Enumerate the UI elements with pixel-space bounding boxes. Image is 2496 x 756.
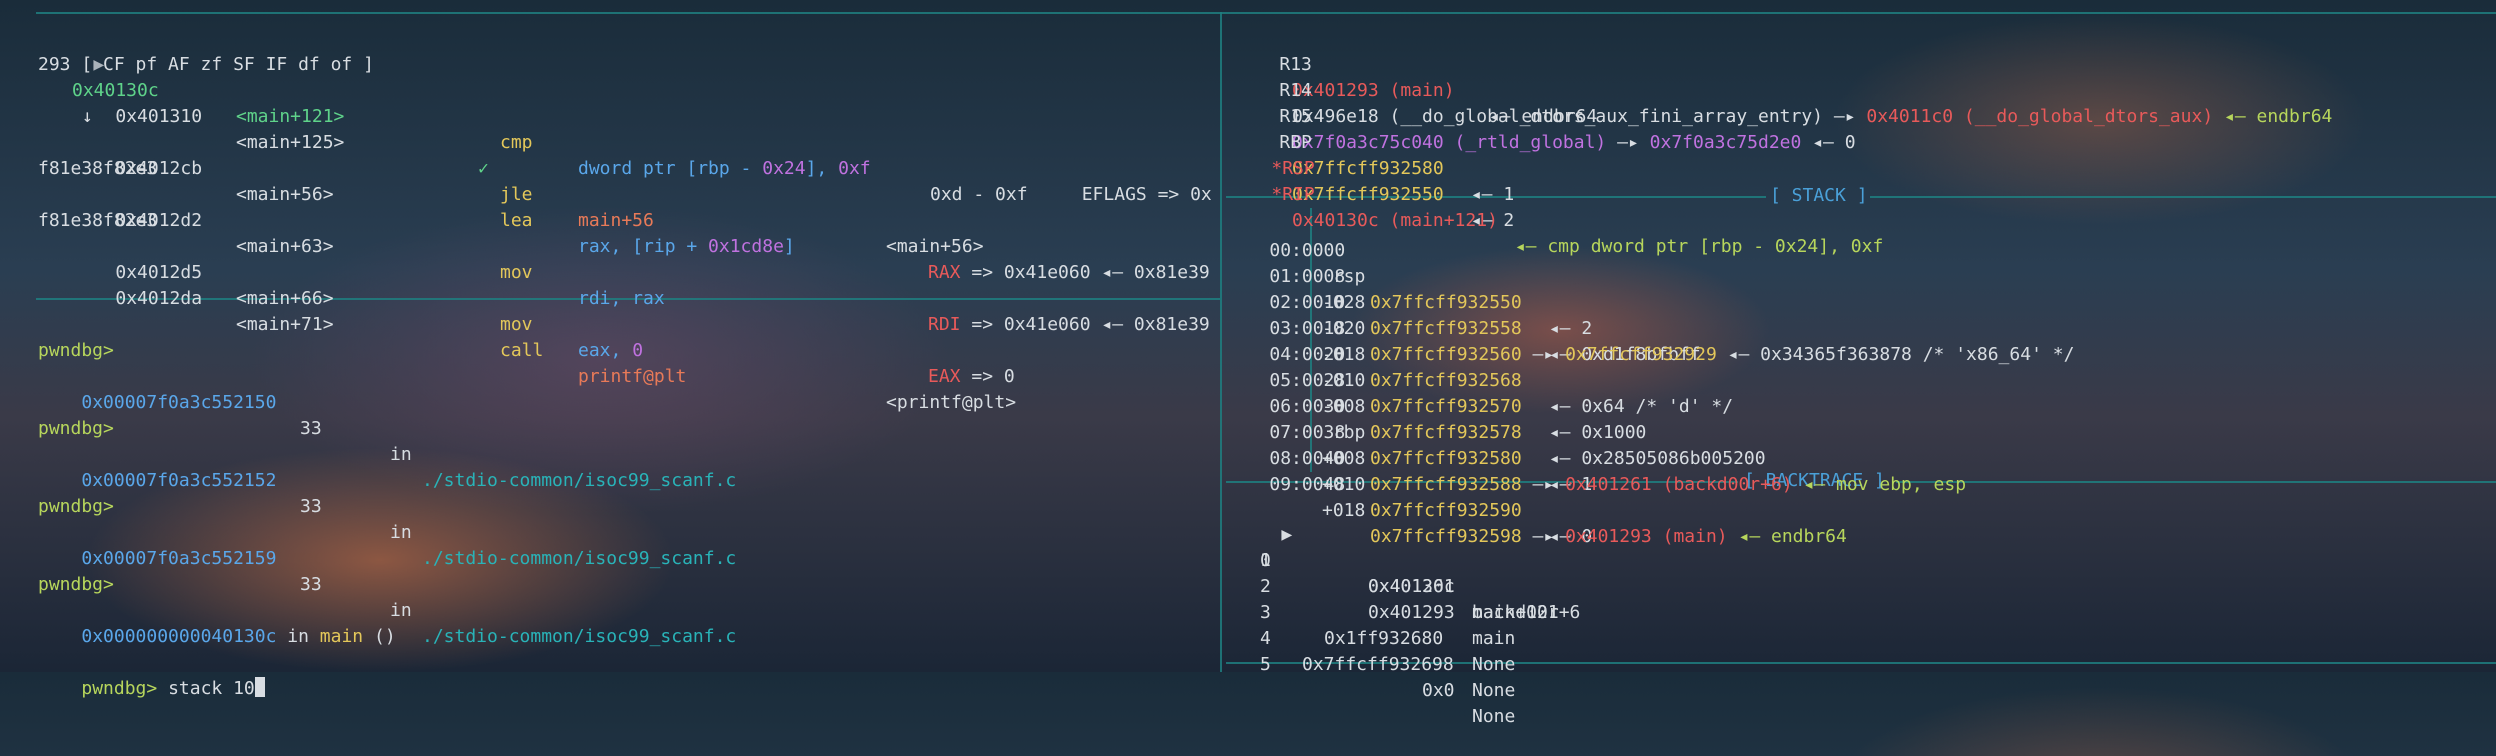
wrapped-value-1: f81e38f82e3 [38, 158, 158, 179]
prompt: pwndbg> [38, 496, 114, 517]
disasm-operands: eax, 0 [578, 340, 644, 361]
disasm-symbol: <main+63> [236, 236, 334, 257]
disasm-mnemonic: cmp [500, 132, 533, 153]
stack-value: ◂— 0x1000 [1538, 422, 1647, 443]
pane-divider [1220, 12, 1222, 672]
stack-addr: 0x7ffcff932568 [1370, 370, 1522, 391]
disasm-note: 0xd - 0xf EFLAGS => 0x [930, 184, 1212, 205]
prompt: pwndbg> [38, 340, 114, 361]
stack-value: ◂— 2 [1538, 318, 1593, 339]
function-name: main [319, 626, 364, 647]
regs-stack-divider-right [1870, 196, 2496, 198]
disasm-symbol: <main+56> [236, 184, 334, 205]
prompt: pwndbg> [81, 678, 158, 699]
backtrace-divider-right [1896, 481, 2496, 483]
stack-addr: 0x7ffcff932590 [1370, 500, 1522, 521]
frame-addr: 0x7ffcff932698 [1302, 654, 1454, 675]
stack-value: 0x7ffcff932560 —▸ 0x7ffcff932929 ◂— 0x34… [1370, 344, 2075, 365]
register-value: 0x496e18 (__do_global_dtors_aux_fini_arr… [1292, 106, 2333, 127]
disasm-mnemonic: call [500, 340, 544, 361]
eflags-line: 293 [ CF pf AF zf SF IF df of ] [38, 52, 374, 78]
in-keyword: in [390, 444, 412, 465]
disasm-addr: 0x401310 [115, 106, 203, 127]
frame-function: None [1472, 680, 1516, 701]
stack-index: 09:0048 [1269, 474, 1346, 495]
stack-header: [ STACK ] [1770, 185, 1868, 206]
line-number: 33 [300, 496, 322, 517]
wrapped-value-2: f81e38f82e3 [38, 210, 158, 231]
line-number: 33 [300, 418, 322, 439]
register-deref: ◂— 1 [1460, 184, 1515, 205]
top-divider [36, 12, 2496, 14]
frame-function: main [1472, 628, 1516, 649]
in-keyword: in [390, 522, 412, 543]
stack-addr: 0x7ffcff932578 [1370, 422, 1522, 443]
disasm-reg-effect: RDI => 0x41e060 ◂— 0x81e39 [928, 314, 1210, 335]
disasm-operands: dword ptr [rbp - 0x24], 0xf [578, 158, 871, 179]
frame-addr: 0x401261 [1368, 576, 1455, 597]
backtrace-row[interactable]: 5 0x0 None [1238, 626, 1515, 756]
stack-value: ◂— 0x28505086b005200 [1538, 448, 1766, 469]
location-addr: 0x00007f0a3c552150 [81, 392, 277, 413]
location-addr: 0x00007f0a3c552152 [81, 470, 277, 491]
disasm-mnemonic: mov [500, 314, 533, 335]
line-number: 33 [300, 574, 322, 595]
frame-function: backd00r+6 [1472, 602, 1581, 623]
in-keyword: in [276, 626, 320, 647]
source-file: ./stdio-common/isoc99_scanf.c [422, 626, 737, 647]
call-parens: () [363, 626, 396, 647]
disasm-symbol: <main+71> [236, 314, 334, 335]
disasm-symbol: <main+125> [236, 132, 345, 153]
register-name: *RIP [1271, 184, 1315, 205]
disasm-reg-effect: EAX => 0 [928, 366, 1015, 387]
source-file: ./stdio-common/isoc99_scanf.c [422, 548, 737, 569]
jump-down-arrow-icon: ↓ [82, 106, 93, 127]
disasm-reg-effect: RAX => 0x41e060 ◂— 0x81e39 [928, 262, 1210, 283]
stack-addr: 0x7ffcff932550 [1370, 292, 1522, 313]
disasm-mnemonic: mov [500, 262, 533, 283]
disasm-operands: printf@plt [578, 366, 687, 387]
frame-addr: 0x0 [1422, 680, 1455, 701]
disasm-mnemonic: lea [500, 210, 533, 231]
disasm-note: <printf@plt> [886, 392, 1017, 413]
text-cursor [254, 677, 265, 697]
stack-offset: +018 [1322, 500, 1366, 521]
frame-addr: 0x401293 [1368, 602, 1455, 623]
stack-value: 0x7ffcff932588 —▸ 0x401261 (backd00r+6) … [1370, 474, 1967, 495]
frame-addr: 0x1ff932680 [1324, 628, 1444, 649]
branch-taken-check-icon: ✓ [478, 158, 489, 179]
disasm-mnemonic: jle [500, 184, 533, 205]
command-input[interactable]: stack 10 [168, 678, 255, 699]
location-addr: 0x000000000040130c [81, 626, 277, 647]
disasm-symbol: <main+66> [236, 288, 334, 309]
disasm-note: <main+56> [886, 236, 984, 257]
register-deref: ◂— cmp dword ptr [rbp - 0x24], 0xf [1504, 236, 1884, 257]
register-value: 0x401293 (main) [1292, 80, 1455, 101]
stack-value: 0x7ffcff932598 —▸ 0x401293 (main) ◂— end… [1370, 526, 1847, 547]
stack-addr: 0x7ffcff932580 [1370, 448, 1522, 469]
source-file: ./stdio-common/isoc99_scanf.c [422, 470, 737, 491]
stack-addr: 0x7ffcff932570 [1370, 396, 1522, 417]
prompt: pwndbg> [38, 574, 114, 595]
frame-function: None [1472, 706, 1516, 727]
eflags-text: 293 [ CF pf AF zf SF IF df of ] [38, 54, 374, 75]
prompt: pwndbg> [38, 418, 114, 439]
command-input-line[interactable]: pwndbg> stack 10 [38, 650, 265, 728]
disasm-operands: rax, [rip + 0x1cd8e] [578, 236, 795, 257]
disasm-addr: 0x4012da [115, 288, 203, 309]
disasm-operands: main+56 [578, 210, 654, 231]
register-value: 0x7f0a3c75c040 (_rtld_global) —▸ 0x7f0a3… [1292, 132, 1856, 153]
disasm-symbol: <main+121> [236, 106, 345, 127]
disasm-operands: rdi, rax [578, 288, 665, 309]
frame-selected-arrow-icon: ▶ [1281, 524, 1293, 545]
stack-value: ◂— 0x64 /* 'd' */ [1538, 396, 1734, 417]
location-addr: 0x00007f0a3c552159 [81, 548, 277, 569]
stack-addr: 0x7ffcff932558 [1370, 318, 1522, 339]
frame-number: 5 [1260, 654, 1271, 675]
frame-function: None [1472, 654, 1516, 675]
